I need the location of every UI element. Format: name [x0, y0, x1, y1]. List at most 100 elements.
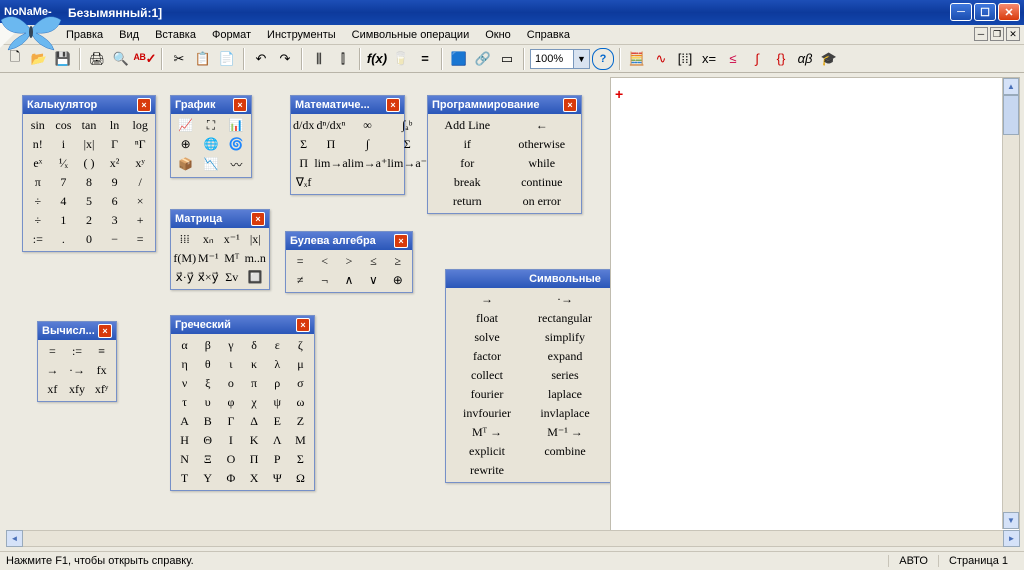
redo-icon[interactable]: ↷: [274, 48, 296, 70]
palette-cell[interactable]: ζ: [289, 336, 312, 355]
palette-cell[interactable]: Mᵀ →: [448, 423, 526, 442]
palette-cell[interactable]: Ω: [289, 469, 312, 488]
palette-cell[interactable]: Γ: [219, 412, 242, 431]
palette-math[interactable]: Математиче...× d/dxdⁿ/dxⁿ∞∫ₐᵇΣΠ∫ΣΠlim→al…: [290, 95, 405, 195]
palette-cell[interactable]: 0: [76, 230, 102, 249]
mdi-restore[interactable]: ❐: [990, 27, 1004, 41]
palette-cell[interactable]: ∫ₐᵇ: [387, 116, 427, 135]
bool-palette-icon[interactable]: ≤: [722, 48, 744, 70]
palette-cell[interactable]: τ: [173, 393, 196, 412]
palette-cell[interactable]: xʸ: [127, 154, 153, 173]
palette-cell[interactable]: φ: [219, 393, 242, 412]
palette-cell[interactable]: ⊕: [386, 271, 410, 290]
eq-icon[interactable]: =: [414, 48, 436, 70]
palette-close-icon[interactable]: ×: [98, 324, 112, 338]
palette-cell[interactable]: simplify: [526, 328, 604, 347]
palette-cell[interactable]: χ: [242, 393, 265, 412]
palette-cell[interactable]: Κ: [242, 431, 265, 450]
mdi-minimize[interactable]: ─: [974, 27, 988, 41]
palette-cell[interactable]: x⃗·y⃗: [173, 268, 197, 287]
palette-cell[interactable]: υ: [196, 393, 219, 412]
palette-close-icon[interactable]: ×: [233, 98, 247, 112]
palette-cell[interactable]: ο: [219, 374, 242, 393]
palette-cell[interactable]: |x|: [244, 230, 268, 249]
palette-cell[interactable]: >: [337, 252, 361, 271]
menu-format[interactable]: Формат: [206, 28, 257, 42]
palette-cell[interactable]: x²: [102, 154, 128, 173]
palette-cell[interactable]: ⊕: [173, 135, 198, 154]
palette-cell[interactable]: 9: [102, 173, 128, 192]
palette-cell[interactable]: 4: [51, 192, 77, 211]
palette-cell[interactable]: ∞: [348, 116, 388, 135]
palette-cell[interactable]: ≥: [386, 252, 410, 271]
vertical-scrollbar[interactable]: ▲ ▼: [1002, 78, 1019, 529]
menu-view[interactable]: Вид: [113, 28, 145, 42]
palette-cell[interactable]: Υ: [196, 469, 219, 488]
palette-cell[interactable]: Ξ: [196, 450, 219, 469]
palette-close-icon[interactable]: ×: [137, 98, 151, 112]
palette-cell[interactable]: Π: [314, 135, 347, 154]
palette-cell[interactable]: continue: [505, 173, 580, 192]
palette-cell[interactable]: fourier: [448, 385, 526, 404]
palette-cell[interactable]: solve: [448, 328, 526, 347]
calc2-palette-icon[interactable]: ∫: [746, 48, 768, 70]
zoom-input[interactable]: [531, 53, 573, 65]
palette-cell[interactable]: f(M): [173, 249, 197, 268]
palette-cell[interactable]: γ: [219, 336, 242, 355]
palette-cell[interactable]: ⁞⁞⁞: [173, 230, 197, 249]
zoom-select[interactable]: ▼: [530, 49, 590, 69]
palette-cell[interactable]: ·→: [65, 361, 90, 380]
palette-cell[interactable]: Ψ: [266, 469, 289, 488]
preview-icon[interactable]: 🔍: [110, 48, 132, 70]
palette-cell[interactable]: if: [430, 135, 505, 154]
mdi-close[interactable]: ✕: [1006, 27, 1020, 41]
palette-cell[interactable]: 1: [51, 211, 77, 230]
palette-cell[interactable]: 〰: [224, 154, 249, 175]
eval-palette-icon[interactable]: x=: [698, 48, 720, 70]
matrix-palette-icon[interactable]: [⁞⁞]: [674, 48, 696, 70]
palette-cell[interactable]: Χ: [242, 469, 265, 488]
palette-cell[interactable]: ν: [173, 374, 196, 393]
palette-cell[interactable]: κ: [242, 355, 265, 374]
palette-cell[interactable]: dⁿ/dxⁿ: [314, 116, 347, 135]
palette-cell[interactable]: lim→a: [314, 154, 347, 173]
palette-cell[interactable]: Mᵀ: [220, 249, 244, 268]
palette-cell[interactable]: Ο: [219, 450, 242, 469]
palette-cell[interactable]: 📉: [198, 154, 223, 175]
palette-cell[interactable]: ≠: [288, 271, 312, 290]
palette-cell[interactable]: Δ: [242, 412, 265, 431]
palette-cell[interactable]: m..n: [244, 249, 268, 268]
palette-cell[interactable]: laplace: [526, 385, 604, 404]
palette-cell[interactable]: α: [173, 336, 196, 355]
greek-palette-icon[interactable]: αβ: [794, 48, 816, 70]
palette-cell[interactable]: 📈: [173, 116, 198, 135]
palette-cell[interactable]: ∨: [361, 271, 385, 290]
palette-cell[interactable]: Ζ: [289, 412, 312, 431]
palette-close-icon[interactable]: ×: [394, 234, 408, 248]
palette-cell[interactable]: M⁻¹: [197, 249, 221, 268]
palette-cell[interactable]: otherwise: [505, 135, 580, 154]
menu-tools[interactable]: Инструменты: [261, 28, 342, 42]
palette-cell[interactable]: ω: [289, 393, 312, 412]
palette-cell[interactable]: 🔲: [244, 268, 268, 287]
palette-cell[interactable]: Γ: [102, 135, 128, 154]
palette-cell[interactable]: /: [127, 173, 153, 192]
palette-cell[interactable]: ln: [102, 116, 128, 135]
palette-cell[interactable]: <: [312, 252, 336, 271]
palette-cell[interactable]: Ι: [219, 431, 242, 450]
palette-cell[interactable]: rewrite: [448, 461, 526, 480]
palette-cell[interactable]: β: [196, 336, 219, 355]
palette-cell[interactable]: =: [127, 230, 153, 249]
palette-cell[interactable]: θ: [196, 355, 219, 374]
palette-cell[interactable]: Τ: [173, 469, 196, 488]
palette-cell[interactable]: Λ: [266, 431, 289, 450]
palette-cell[interactable]: M⁻¹ →: [526, 423, 604, 442]
menu-insert[interactable]: Вставка: [149, 28, 202, 42]
sym-palette-icon[interactable]: 🎓: [818, 48, 840, 70]
palette-cell[interactable]: :=: [25, 230, 51, 249]
close-button[interactable]: ✕: [998, 3, 1020, 21]
palette-cell[interactable]: 📦: [173, 154, 198, 175]
palette-cell[interactable]: sin: [25, 116, 51, 135]
palette-cell[interactable]: n!: [25, 135, 51, 154]
palette-cell[interactable]: Ε: [266, 412, 289, 431]
